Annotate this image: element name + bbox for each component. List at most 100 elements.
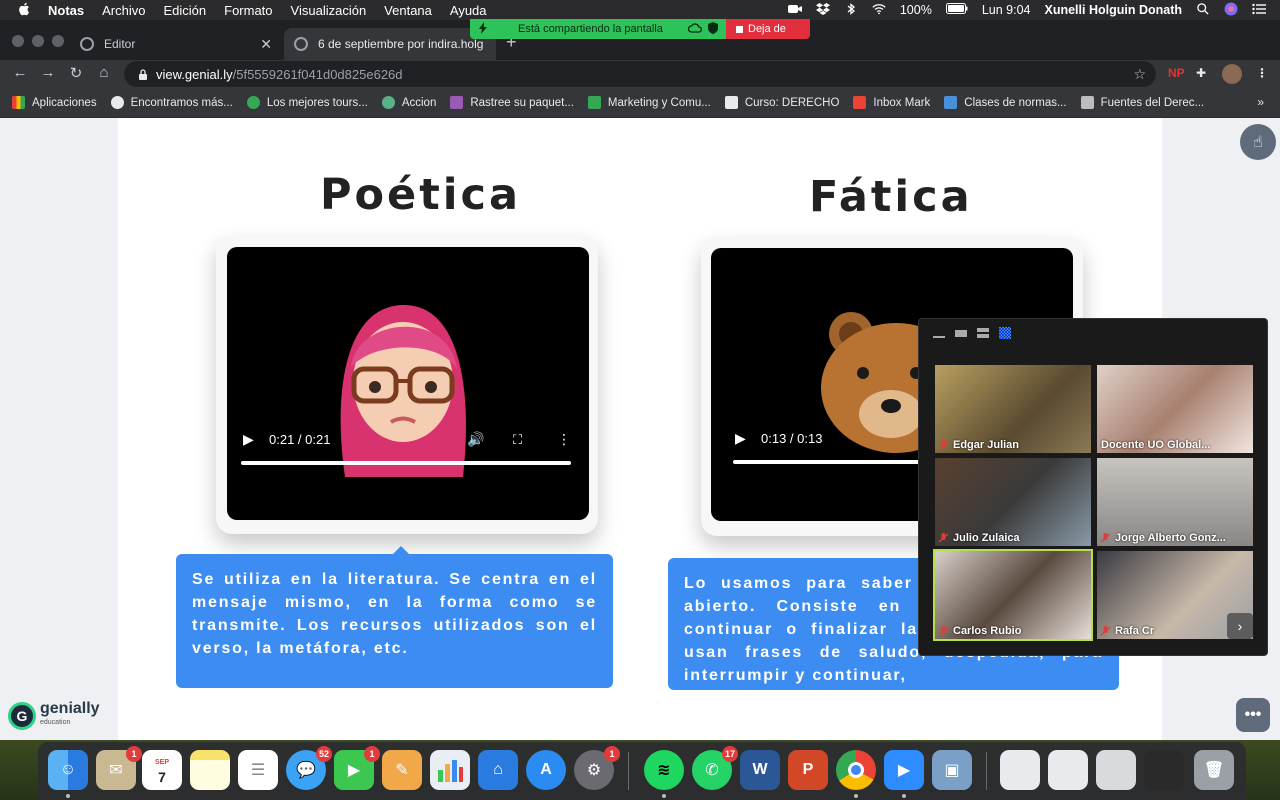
keynote-icon[interactable]: ⌂: [478, 750, 518, 790]
spotify-icon[interactable]: ≋: [644, 750, 684, 798]
pages-icon[interactable]: ✎: [382, 750, 422, 790]
menu-edicion[interactable]: Edición: [163, 3, 206, 18]
bookmark-3[interactable]: Accion: [381, 96, 436, 109]
participant-tile[interactable]: Jorge Alberto Gonz...: [1097, 458, 1253, 546]
strip-view-icon[interactable]: [977, 328, 989, 338]
tab-close-icon[interactable]: ✕: [260, 36, 272, 53]
finder-icon[interactable]: ☺: [48, 750, 88, 798]
bookmark-1[interactable]: Encontramos más...: [110, 96, 233, 109]
video-progress-bar[interactable]: [241, 461, 571, 465]
bookmark-5[interactable]: Marketing y Comu...: [587, 96, 711, 109]
trash-icon[interactable]: 🗑: [1194, 750, 1234, 790]
browser-menu-icon[interactable]: ⋮: [1256, 66, 1268, 80]
minimized-window-icon[interactable]: [1048, 750, 1088, 790]
whatsapp-icon[interactable]: ✆ 17: [692, 746, 738, 790]
bookmarks-overflow-icon[interactable]: »: [1257, 95, 1264, 109]
mail-stamp-icon[interactable]: ✉ 1: [96, 746, 142, 790]
home-icon[interactable]: ⌂: [94, 64, 114, 81]
bookmark-star-icon[interactable]: ☆: [1133, 66, 1146, 83]
menu-app-name[interactable]: Notas: [48, 3, 84, 18]
bookmark-2[interactable]: Los mejores tours...: [246, 96, 368, 109]
wifi-icon[interactable]: [872, 3, 886, 18]
dock-separator: [628, 752, 629, 790]
reminders-icon[interactable]: ☰: [238, 750, 278, 790]
speaker-view-icon[interactable]: [955, 329, 967, 337]
battery-icon[interactable]: [945, 3, 968, 17]
app-store-icon[interactable]: A: [526, 750, 566, 790]
tablet-frame-left: ▶ 0:21 / 0:21 🔊 ⛶ ⋮: [216, 236, 598, 534]
play-icon[interactable]: ▶: [735, 430, 746, 447]
facetime-icon[interactable]: ▶ 1: [334, 746, 380, 790]
siri-icon[interactable]: [1224, 2, 1238, 19]
messages-icon[interactable]: 💬 52: [286, 746, 332, 790]
preview-icon[interactable]: ▣: [932, 750, 972, 790]
reload-icon[interactable]: ↻: [66, 64, 86, 82]
video-player-poetica[interactable]: ▶ 0:21 / 0:21 🔊 ⛶ ⋮: [227, 247, 589, 520]
participant-tile[interactable]: Edgar Julian: [935, 365, 1091, 453]
menu-ventana[interactable]: Ventana: [384, 3, 432, 18]
menu-visualizacion[interactable]: Visualización: [291, 3, 367, 18]
calendar-icon[interactable]: SEP 7: [142, 750, 182, 790]
play-icon[interactable]: ▶: [243, 431, 254, 448]
menu-formato[interactable]: Formato: [224, 3, 272, 18]
participant-tile[interactable]: Julio Zulaica: [935, 458, 1091, 546]
powerpoint-icon[interactable]: P: [788, 750, 828, 790]
notification-center-icon[interactable]: [1252, 3, 1266, 18]
window-close-button[interactable]: [12, 35, 24, 47]
video-options-icon[interactable]: ⋮: [557, 431, 571, 448]
bookmark-7[interactable]: Inbox Mark: [853, 96, 930, 109]
minimized-window-icon[interactable]: [1000, 750, 1040, 790]
window-minimize-button[interactable]: [32, 35, 44, 47]
minimized-window-icon[interactable]: [1144, 750, 1184, 790]
profile-avatar[interactable]: [1222, 64, 1242, 84]
battery-percent[interactable]: 100%: [900, 3, 932, 17]
video-time: 0:13 / 0:13: [761, 431, 823, 446]
share-status[interactable]: Está compartiendo la pantalla: [470, 19, 726, 39]
dock-separator: [986, 752, 987, 790]
menubar-clock[interactable]: Lun 9:04: [982, 3, 1031, 17]
share-arrow-icon: [478, 21, 488, 37]
apple-icon[interactable]: [18, 2, 32, 19]
menubar-user[interactable]: Xunelli Holguin Donath: [1045, 3, 1183, 17]
participant-tile[interactable]: Docente UO Global...: [1097, 365, 1253, 453]
address-bar[interactable]: view.genial.ly/5f5559261f041d0d825e626d …: [124, 61, 1156, 87]
numbers-icon[interactable]: [430, 750, 470, 790]
extensions-puzzle-icon[interactable]: ✚: [1196, 66, 1206, 80]
accion-icon: [381, 96, 395, 109]
zoom-app-icon[interactable]: ▶: [884, 750, 924, 798]
fullscreen-icon[interactable]: ⛶: [513, 432, 522, 448]
extension-np-icon[interactable]: NP: [1168, 66, 1185, 80]
tab-presentation[interactable]: 6 de septiembre por indira.holg: [284, 28, 496, 60]
screen: Notas Archivo Edición Formato Visualizac…: [0, 0, 1280, 800]
genially-logo[interactable]: G genially education: [8, 701, 100, 730]
bluetooth-icon[interactable]: [844, 2, 858, 18]
zoom-status-icon[interactable]: [787, 3, 802, 18]
minimize-view-icon[interactable]: [933, 336, 945, 338]
minimized-window-icon[interactable]: [1096, 750, 1136, 790]
dropbox-icon[interactable]: [815, 2, 830, 18]
window-zoom-button[interactable]: [52, 35, 64, 47]
cloud-icon: [687, 22, 703, 36]
menu-ayuda[interactable]: Ayuda: [450, 3, 487, 18]
back-arrow-icon[interactable]: ←: [10, 64, 30, 81]
stop-share-button[interactable]: Deja de: [726, 19, 810, 39]
word-icon[interactable]: W: [740, 750, 780, 790]
tab-editor[interactable]: Editor ✕: [70, 28, 282, 60]
bookmark-8[interactable]: Clases de normas...: [944, 96, 1067, 109]
gallery-view-icon[interactable]: [999, 327, 1011, 339]
participant-tile-active-speaker[interactable]: Carlos Rubio: [933, 549, 1093, 641]
bookmark-4[interactable]: Rastree su paquet...: [450, 96, 574, 109]
notes-app-icon[interactable]: [190, 750, 230, 790]
volume-icon[interactable]: 🔊: [467, 431, 484, 448]
interactive-hand-icon[interactable]: ☝: [1240, 124, 1276, 160]
menu-archivo[interactable]: Archivo: [102, 3, 145, 18]
forward-arrow-icon[interactable]: →: [38, 64, 58, 81]
bookmark-6[interactable]: Curso: DERECHO: [724, 96, 839, 109]
bookmark-9[interactable]: Fuentes del Derec...: [1080, 96, 1204, 109]
spotlight-search-icon[interactable]: [1196, 2, 1210, 18]
bookmark-apps[interactable]: Aplicaciones: [12, 96, 97, 109]
next-page-arrow-icon[interactable]: ›: [1227, 613, 1253, 639]
system-preferences-icon[interactable]: ⚙ 1: [574, 746, 620, 790]
more-options-button[interactable]: •••: [1236, 698, 1270, 732]
chrome-icon[interactable]: [836, 750, 876, 798]
